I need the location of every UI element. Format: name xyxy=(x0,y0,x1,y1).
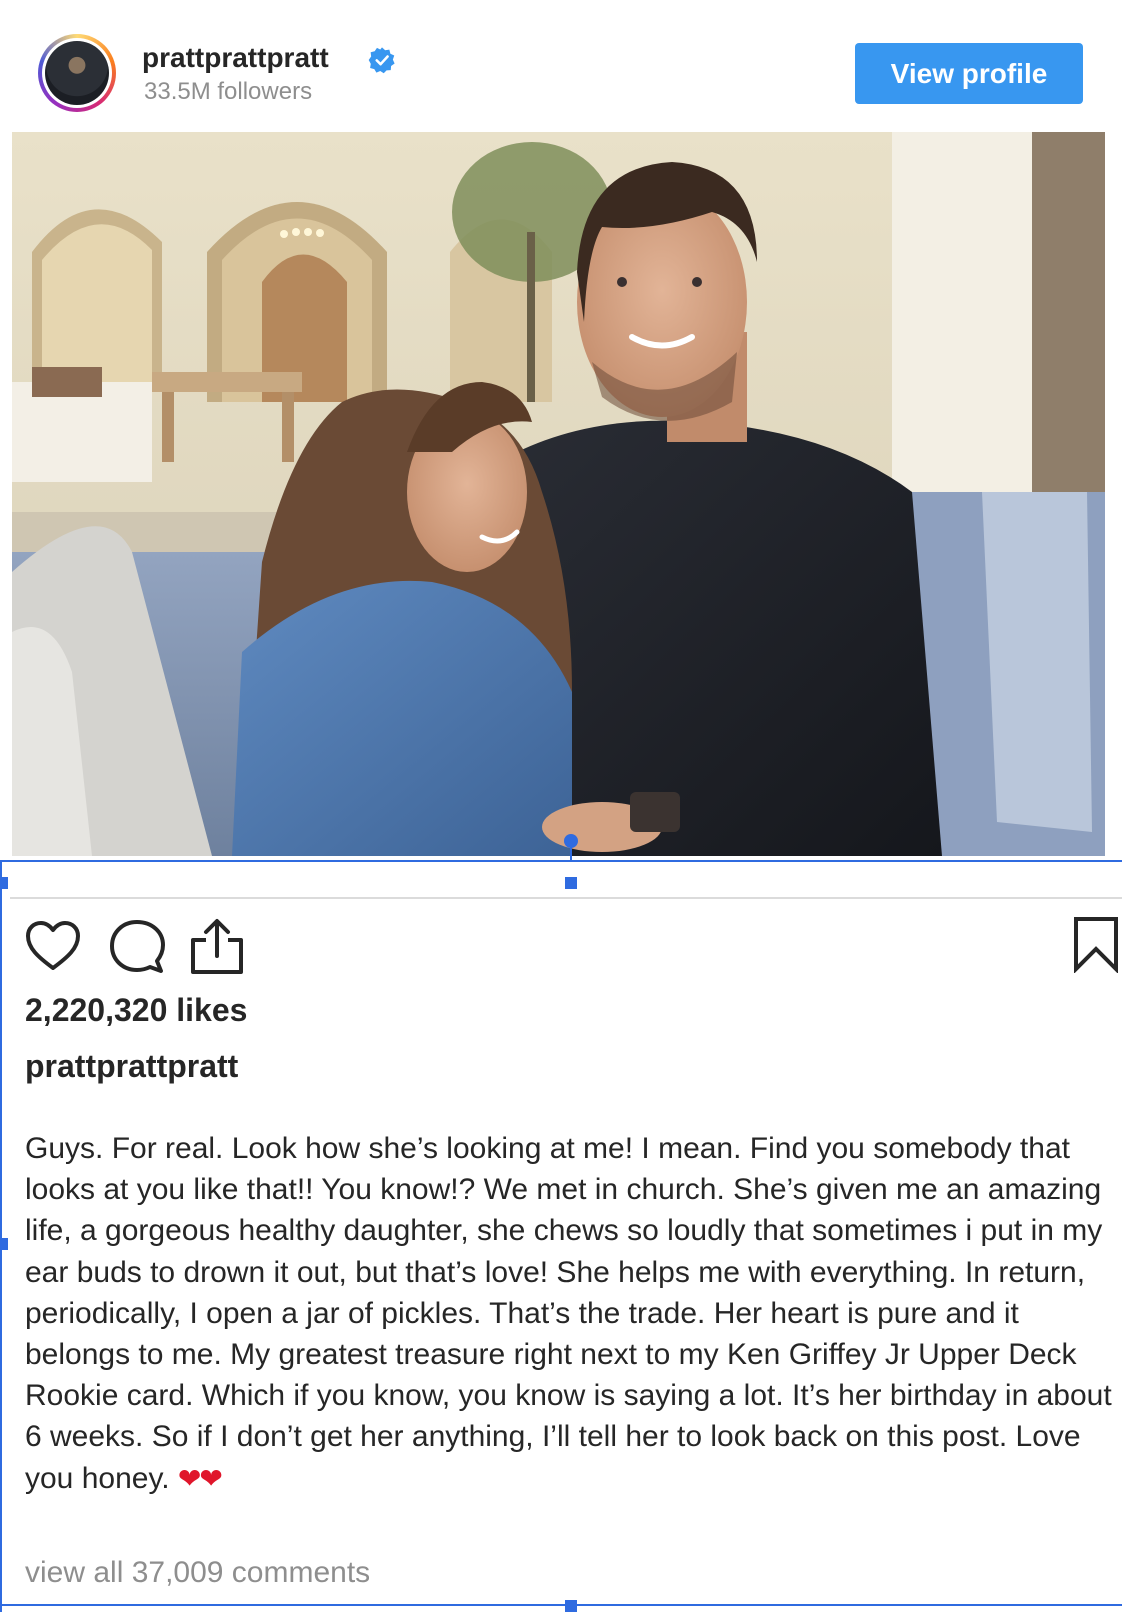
post-photo[interactable] xyxy=(12,132,1105,856)
selection-line-top xyxy=(0,860,1122,862)
comment-bubble-icon[interactable] xyxy=(108,918,166,976)
post-caption: Guys. For real. Look how she’s looking a… xyxy=(25,1128,1117,1499)
view-comments-link[interactable]: view all 37,009 comments xyxy=(25,1556,370,1590)
resize-handle-left[interactable] xyxy=(0,1238,8,1250)
resize-handle-top[interactable] xyxy=(565,877,577,889)
avatar[interactable] xyxy=(38,34,116,112)
resize-handle-top-left[interactable] xyxy=(0,877,8,889)
heart-icon[interactable] xyxy=(24,918,82,976)
rotation-handle[interactable] xyxy=(564,834,578,848)
follower-count: 33.5M followers xyxy=(144,78,313,105)
bookmark-icon[interactable] xyxy=(1072,915,1120,973)
resize-handle-bottom[interactable] xyxy=(565,1600,577,1612)
divider xyxy=(10,897,1122,899)
selection-line-left xyxy=(0,862,2,1612)
profile-username[interactable]: prattprattpratt xyxy=(142,42,329,74)
caption-username[interactable]: prattprattpratt xyxy=(25,1048,238,1085)
caption-text: Guys. For real. Look how she’s looking a… xyxy=(25,1132,1112,1495)
like-count[interactable]: 2,220,320 likes xyxy=(25,992,247,1029)
heart-emoji: ❤❤ xyxy=(177,1462,223,1494)
verified-badge-icon xyxy=(368,47,395,74)
view-profile-button[interactable]: View profile xyxy=(855,43,1083,104)
selection-line-bottom xyxy=(0,1604,1122,1606)
share-icon[interactable] xyxy=(188,918,246,976)
post-header: prattprattpratt 33.5M followers View pro… xyxy=(0,0,1122,132)
